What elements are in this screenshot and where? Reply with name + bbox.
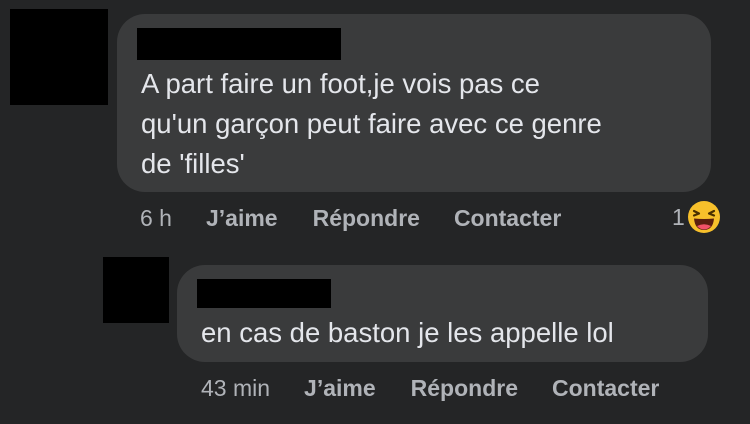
contact-button[interactable]: Contacter (454, 205, 561, 232)
like-button[interactable]: J’aime (304, 375, 376, 402)
comment-bubble: A part faire un foot,je vois pas ce qu'u… (117, 14, 711, 192)
comment-text: A part faire un foot,je vois pas ce qu'u… (141, 68, 602, 179)
avatar-redacted[interactable] (10, 9, 108, 105)
like-button[interactable]: J’aime (206, 205, 278, 232)
comment-actions: 43 min J’aime Répondre Contacter (201, 371, 659, 405)
haha-emoji-icon (687, 201, 720, 233)
comment-actions: 6 h J’aime Répondre Contacter (140, 201, 561, 235)
author-name-redacted[interactable] (137, 28, 341, 60)
comment-text: en cas de baston je les appelle lol (201, 317, 614, 348)
comment-timestamp[interactable]: 6 h (140, 205, 172, 232)
avatar-redacted[interactable] (103, 257, 169, 323)
reply-button[interactable]: Répondre (411, 375, 518, 402)
comment-thread: A part faire un foot,je vois pas ce qu'u… (0, 0, 750, 424)
contact-button[interactable]: Contacter (552, 375, 659, 402)
reply-bubble: en cas de baston je les appelle lol (177, 265, 708, 362)
reply-button[interactable]: Répondre (313, 205, 420, 232)
comment-timestamp[interactable]: 43 min (201, 375, 270, 402)
author-name-redacted[interactable] (197, 279, 331, 308)
reaction-count: 1 (672, 203, 685, 230)
reaction-summary[interactable]: 1 (672, 199, 721, 235)
